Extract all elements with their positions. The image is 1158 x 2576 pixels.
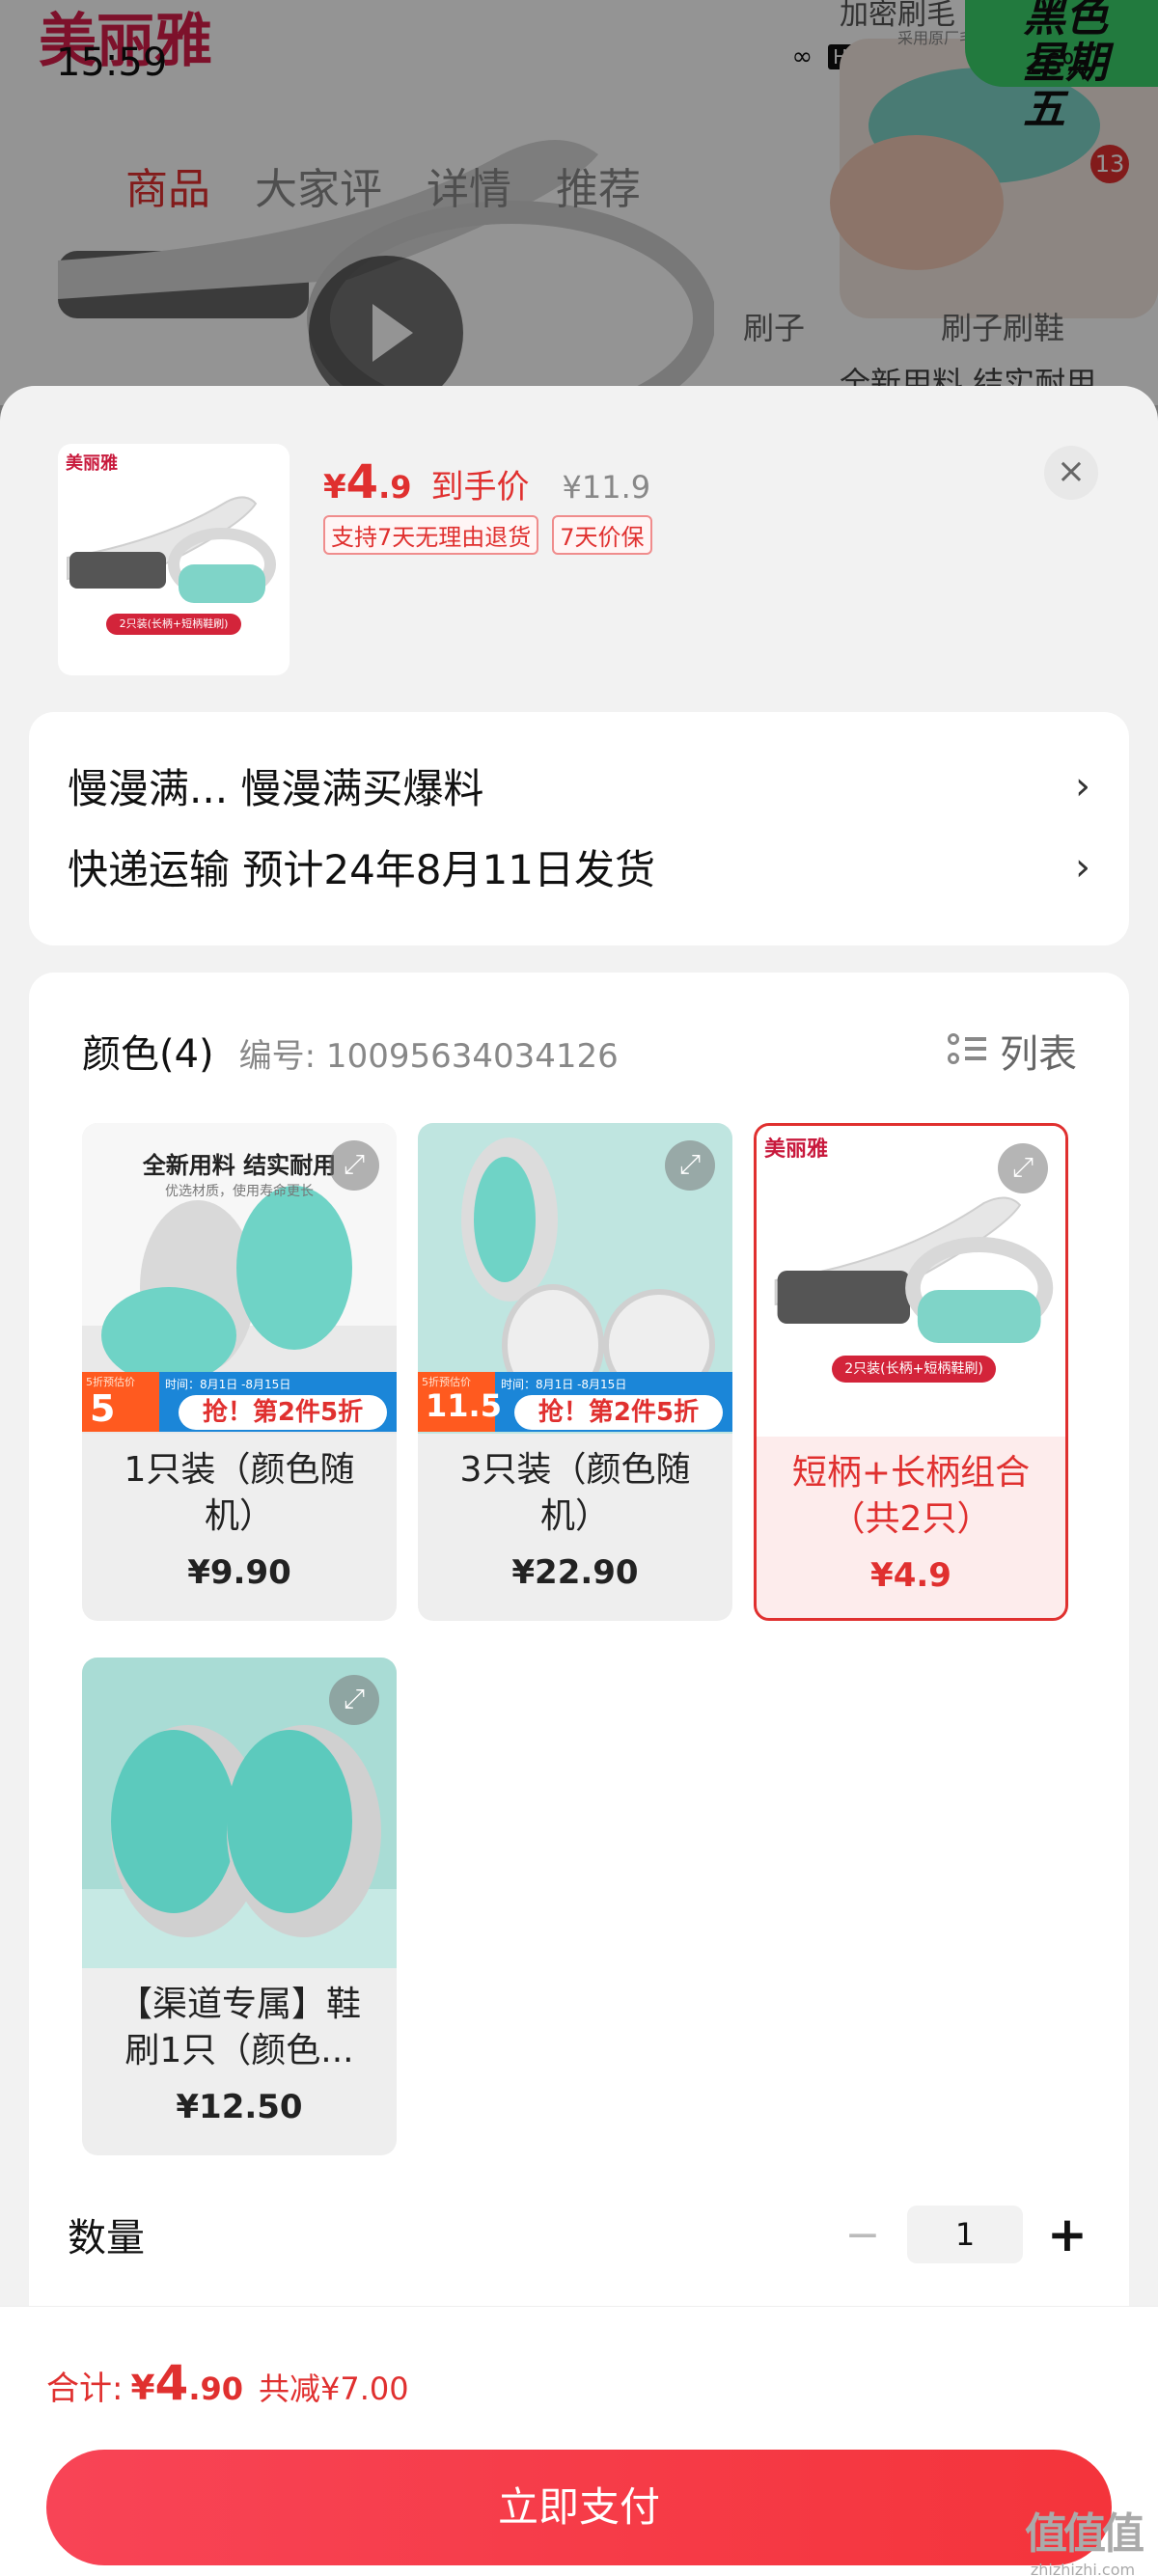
expand-icon[interactable]: ⤢	[329, 1675, 379, 1725]
promo-dates: 时间：8月1日 -8月15日	[501, 1378, 627, 1391]
price-currency: ¥	[323, 468, 346, 507]
close-button[interactable]: ×	[1044, 446, 1098, 500]
sku-header: 颜色(4) 编号: 10095634034126	[82, 1023, 619, 1079]
info-card: 慢漫满... 慢漫满买爆料 › 快递运输 预计24年8月11日发货 ›	[29, 712, 1129, 945]
chevron-right-icon: ›	[1075, 763, 1090, 808]
shipping-row[interactable]: 快递运输 预计24年8月11日发货 ›	[68, 837, 1090, 896]
total-line: 合计: ¥ 4 .90 共减¥7.00	[46, 2355, 409, 2411]
price-integer: 4	[345, 455, 379, 509]
promo-dates: 时间：8月1日 -8月15日	[165, 1378, 291, 1391]
total-saving: 共减¥7.00	[259, 2370, 409, 2407]
watermark-logo: 值值值	[1025, 2509, 1144, 2559]
sku-title: 颜色(4)	[82, 1032, 214, 1077]
decrease-button[interactable]: −	[840, 2210, 886, 2260]
list-toggle-label: 列表	[1000, 1032, 1077, 1077]
shipping-row-text: 快递运输 预计24年8月11日发货	[68, 846, 655, 893]
modal-dim-overlay[interactable]	[0, 0, 1158, 405]
original-price: ¥11.9	[562, 469, 651, 506]
promo-strip: 5折预估价 11.5 时间：8月1日 -8月15日 抢！第2件5折	[418, 1372, 732, 1432]
total-decimal: .90	[188, 2370, 244, 2407]
sku-price: ¥12.50	[176, 2088, 303, 2126]
total-label: 合计:	[46, 2370, 124, 2408]
sku-code: 编号: 10095634034126	[238, 1037, 619, 1076]
sku-ribbon: 2只装(长柄+短柄鞋刷)	[832, 1356, 996, 1383]
total-currency: ¥	[130, 2369, 155, 2408]
thumbnail-brand-logo: 美丽雅	[66, 453, 118, 474]
chevron-right-icon: ›	[1075, 844, 1090, 890]
watermark: 值值值 zhizhizhi.com	[1025, 2499, 1144, 2576]
price-label: 到手价	[430, 468, 530, 507]
expand-icon[interactable]: ⤢	[329, 1140, 379, 1191]
expand-icon[interactable]: ⤢	[665, 1140, 715, 1191]
price-protect-tag: 7天价保	[552, 515, 652, 555]
sku-selector-sheet: 美丽雅 2只装(长柄+短柄鞋刷) ¥ 4 .9 到手价 ¥11.9 支持7天无理…	[0, 386, 1158, 2576]
increase-button[interactable]: +	[1044, 2206, 1090, 2262]
promo-estimate: 5折预估价 11.5	[418, 1372, 502, 1432]
sku-price: ¥4.9	[870, 1556, 951, 1595]
quantity-label: 数量	[68, 2216, 145, 2261]
product-summary: 美丽雅 2只装(长柄+短柄鞋刷) ¥ 4 .9 到手价 ¥11.9 支持7天无理…	[0, 386, 1158, 704]
list-icon	[948, 1031, 988, 1070]
price-line: ¥ 4 .9 到手价 ¥11.9	[323, 455, 650, 509]
sku-option[interactable]: ⤢ 【渠道专属】鞋刷1只（颜色... ¥12.50	[82, 1658, 397, 2155]
price-decimal: .9	[378, 469, 412, 506]
sku-option[interactable]: 5折预估价 11.5 时间：8月1日 -8月15日 抢！第2件5折 ⤢ 3只装（…	[418, 1123, 732, 1621]
sku-option-selected[interactable]: 美丽雅 2只装(长柄+短柄鞋刷) ⤢ 短柄+长柄组合（共2只） ¥4.9	[754, 1123, 1068, 1621]
sku-name: 1只装（颜色随机）	[124, 1450, 355, 1536]
sku-brand-logo: 美丽雅	[764, 1137, 829, 1162]
sku-price: ¥9.90	[187, 1553, 291, 1592]
service-tags: 支持7天无理由退货 7天价保	[323, 515, 652, 555]
background-product-page: 美丽雅 15:59 ∞ HD 5G 5G 商品 大家评 详情 推荐 加密刷毛 采…	[0, 0, 1158, 405]
promo-estimate-price: 11.5	[426, 1387, 502, 1424]
checkout-footer: 合计: ¥ 4 .90 共减¥7.00 立即支付	[0, 2306, 1158, 2576]
pay-now-button[interactable]: 立即支付	[46, 2450, 1112, 2565]
promo-text: 抢！第2件5折	[514, 1395, 723, 1430]
sku-option[interactable]: 全新用料 结实耐用 优选材质，使用寿命更长 5折预估价 5 时间：8月1日 -8…	[82, 1123, 397, 1621]
sku-price: ¥22.90	[511, 1553, 639, 1592]
product-thumbnail-image	[67, 496, 276, 603]
quantity-input[interactable]: 1	[907, 2206, 1023, 2263]
expand-icon[interactable]: ⤢	[998, 1143, 1048, 1193]
promo-row[interactable]: 慢漫满... 慢漫满买爆料 ›	[68, 756, 1090, 815]
thumbnail-ribbon: 2只装(长柄+短柄鞋刷)	[106, 614, 241, 635]
promo-text: 抢！第2件5折	[179, 1395, 387, 1430]
promo-strip: 5折预估价 5 时间：8月1日 -8月15日 抢！第2件5折	[82, 1372, 397, 1432]
promo-estimate-price: 5	[90, 1387, 116, 1430]
sku-card: 颜色(4) 编号: 10095634034126 列表 全新用料 结实耐用 优选…	[29, 973, 1129, 2333]
sku-name: 短柄+长柄组合（共2只）	[791, 1453, 1031, 1539]
list-view-toggle[interactable]: 列表	[948, 1023, 1077, 1079]
watermark-url: zhizhizhi.com	[1030, 2561, 1136, 2576]
sku-name: 【渠道专属】鞋刷1只（颜色...	[117, 1985, 361, 2070]
product-thumbnail[interactable]: 美丽雅 2只装(长柄+短柄鞋刷)	[58, 444, 290, 675]
quantity-row: 数量 − 1 +	[68, 2196, 1090, 2273]
promo-row-text: 慢漫满... 慢漫满买爆料	[68, 765, 484, 812]
sku-name: 3只装（颜色随机）	[459, 1450, 691, 1536]
total-integer: 4	[154, 2355, 189, 2411]
quantity-stepper: − 1 +	[840, 2206, 1090, 2263]
return-policy-tag: 支持7天无理由退货	[323, 515, 539, 555]
promo-estimate: 5折预估价 5	[82, 1372, 159, 1432]
